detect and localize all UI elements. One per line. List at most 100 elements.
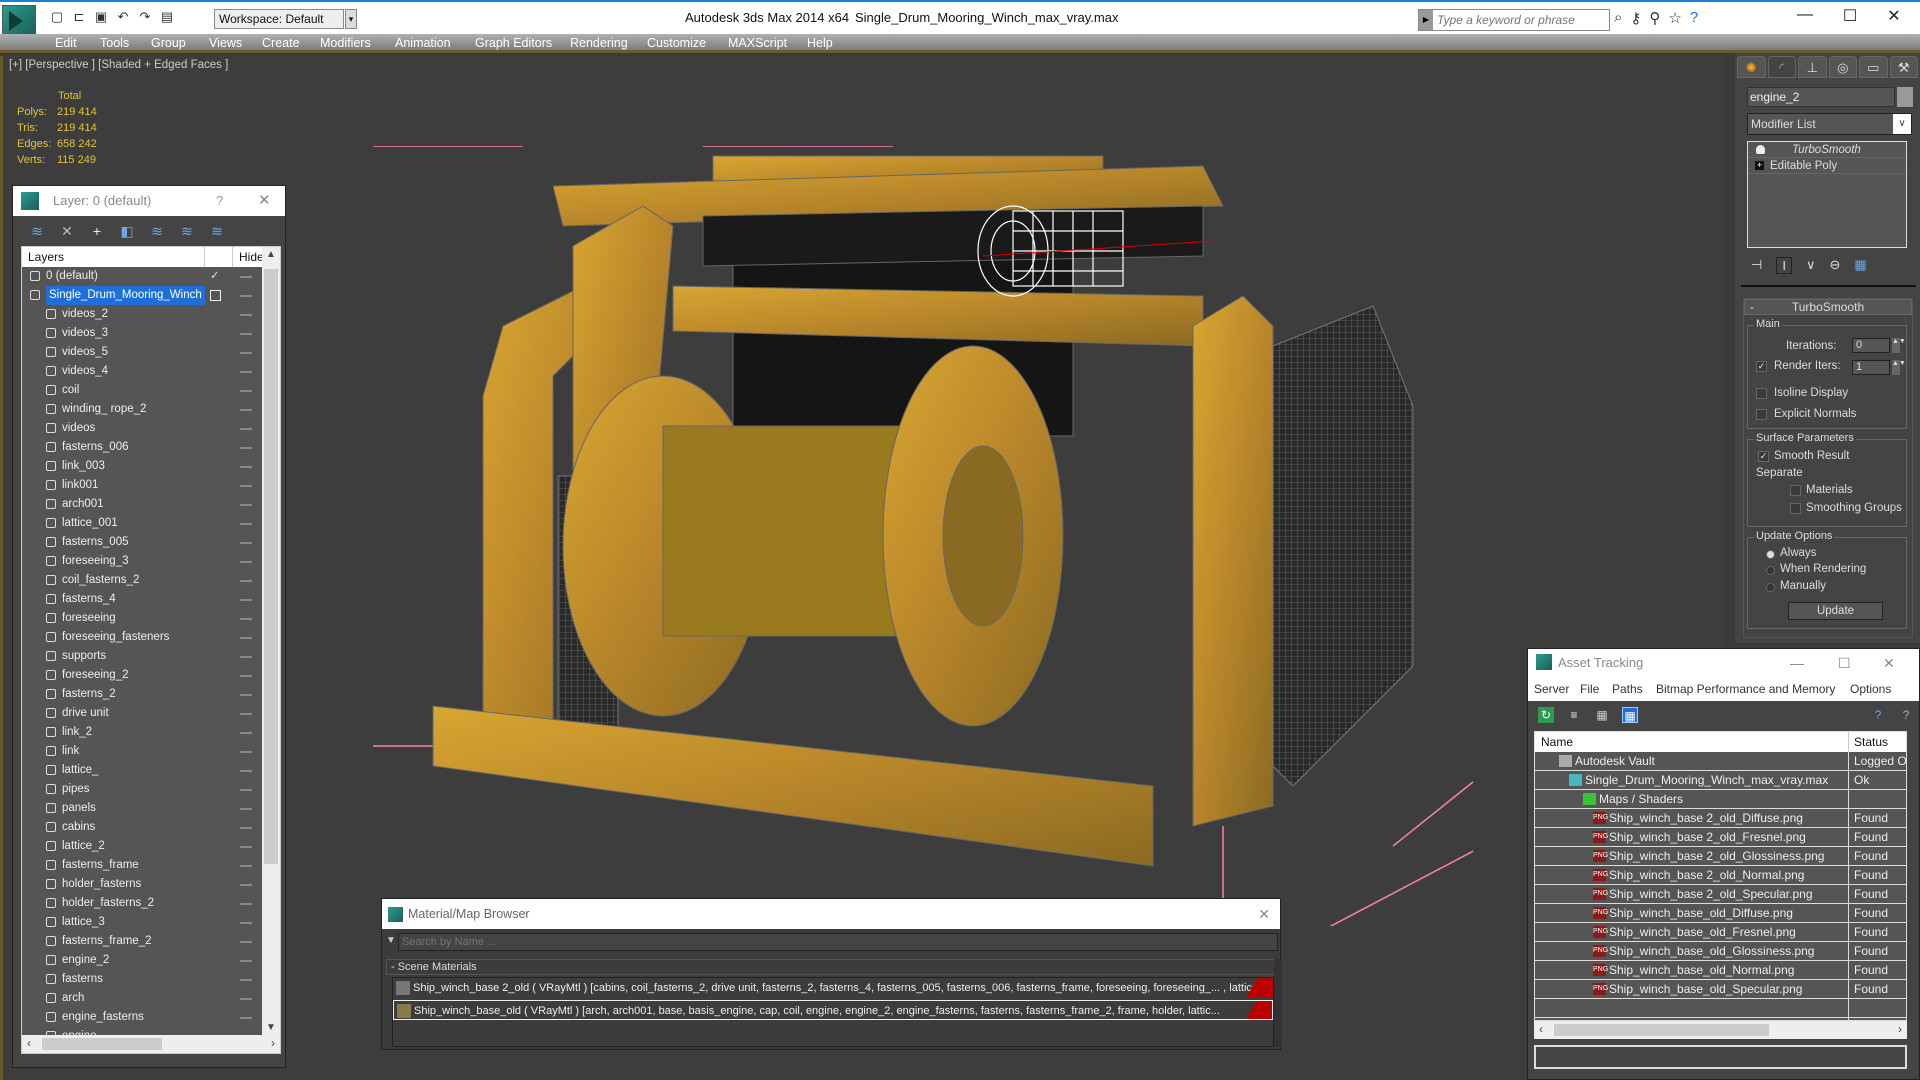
keyword-search-input[interactable] [1434,10,1609,30]
scene-materials-section[interactable]: - Scene Materials [386,959,1276,975]
layer-object-row[interactable]: fasterns_frame_2 [22,932,262,951]
menu-file[interactable]: File [1580,677,1599,701]
hide-toggle[interactable] [240,390,252,392]
hide-toggle[interactable] [240,713,252,715]
table-view-icon[interactable]: ▦ [1622,707,1638,723]
object-color-swatch[interactable] [1897,87,1913,107]
refresh-icon[interactable]: ↻ [1538,707,1554,723]
hide-toggle[interactable] [240,276,252,278]
name-column-header[interactable]: Name [1541,732,1573,752]
layer-object-row[interactable]: videos_3 [22,324,262,343]
layer-object-row[interactable]: videos_5 [22,343,262,362]
remove-modifier-icon[interactable]: ⊖ [1829,257,1840,273]
layer-row-default[interactable]: 0 (default) ✓ [22,267,262,286]
hide-toggle[interactable] [240,675,252,677]
asset-row[interactable]: PNG Ship_winch_base_old_Specular.png Found [1535,980,1906,999]
hide-toggle[interactable] [240,770,252,772]
current-layer-checkbox[interactable] [210,290,221,301]
layer-object-row[interactable]: coil_fasterns_2 [22,571,262,590]
filter-icon[interactable]: ▼ [386,935,396,946]
show-end-result-icon[interactable]: I [1776,256,1792,274]
open-file-icon[interactable]: ⊏ [70,9,88,25]
layer-object-row[interactable]: fasterns_2 [22,685,262,704]
search-expand-icon[interactable]: ▶ [1419,10,1433,30]
layer-object-row[interactable]: panels [22,799,262,818]
iterations-spinner[interactable]: 0 [1852,338,1890,353]
asset-tracking-titlebar[interactable]: Asset Tracking — ☐ ✕ [1528,649,1919,677]
hide-toggle[interactable] [240,846,252,848]
asset-row[interactable]: PNG Ship_winch_base_old_Diffuse.png Found [1535,904,1906,923]
menu-server[interactable]: Server [1534,677,1569,701]
menu-views[interactable]: Views [209,36,242,50]
separate-smoothing-groups-checkbox[interactable] [1790,503,1801,514]
layer-object-row[interactable]: holder_fasterns_2 [22,894,262,913]
viewport-label[interactable]: [+] [Perspective ] [Shaded + Edged Faces… [9,59,228,71]
hide-toggle[interactable] [240,637,252,639]
layer-object-row[interactable]: lattice_001 [22,514,262,533]
vault-help-icon[interactable]: ? [1898,707,1914,723]
hide-toggle[interactable] [240,789,252,791]
menu-modifiers[interactable]: Modifiers [320,36,371,50]
layer-object-row[interactable]: engine [22,1027,262,1035]
layer-object-row[interactable]: engine_fasterns [22,1008,262,1027]
menu-options[interactable]: Options [1850,677,1891,701]
layer-panel-help-button[interactable]: ? [216,186,223,216]
layer-object-row[interactable]: engine_2 [22,951,262,970]
asset-row[interactable]: Autodesk Vault Logged O [1535,752,1906,771]
modifier-list-dropdown[interactable]: Modifier List ∨ [1747,113,1912,135]
separate-materials-checkbox[interactable] [1790,485,1801,496]
close-button[interactable]: ✕ [1883,649,1895,677]
minimize-button[interactable]: — [1785,6,1825,24]
menu-paths[interactable]: Paths [1612,677,1643,701]
object-name-field[interactable]: engine_2 [1747,87,1895,107]
asset-row[interactable]: PNG Ship_winch_base 2_old_Diffuse.png Foun… [1535,809,1906,828]
render-iters-spinner[interactable]: 1 [1852,360,1890,375]
hide-toggle[interactable] [240,998,252,1000]
chevron-down-icon[interactable]: ∨ [1893,114,1911,134]
hide-toggle[interactable] [240,371,252,373]
hide-toggle[interactable] [240,1017,252,1019]
scroll-up-icon[interactable]: ▲ [266,249,276,260]
menu-tools[interactable]: Tools [100,36,129,50]
redo-icon[interactable]: ↷ [136,9,154,25]
create-tab-icon[interactable]: ✺ [1737,56,1766,78]
asset-row[interactable]: PNG Ship_winch_base 2_old_Glossiness.png F… [1535,847,1906,866]
layer-object-row[interactable]: videos_2 [22,305,262,324]
hide-toggle[interactable] [240,922,252,924]
undo-icon[interactable]: ↶ [114,9,132,25]
close-button[interactable]: ✕ [1258,899,1270,929]
binoculars-icon[interactable]: ⌕ [1614,9,1622,27]
maximize-button[interactable]: ☐ [1830,6,1870,26]
layer-object-row[interactable]: fasterns_4 [22,590,262,609]
layer-object-row[interactable]: fasterns_frame [22,856,262,875]
hide-toggle[interactable] [240,485,252,487]
display-tab-icon[interactable]: ▭ [1859,56,1888,78]
asset-path-field[interactable] [1534,1045,1907,1069]
workspace-dropdown[interactable]: Workspace: Default [214,9,344,29]
winch-3d-model[interactable] [373,146,1473,926]
motion-tab-icon[interactable]: ◎ [1828,56,1857,78]
layer-object-row[interactable]: foreseeing_fasteners [22,628,262,647]
layer-object-row[interactable]: foreseeing_2 [22,666,262,685]
hide-toggle[interactable] [240,466,252,468]
menu-maxscript[interactable]: MAXScript [728,36,787,50]
hide-toggle[interactable] [240,542,252,544]
asset-row[interactable]: PNG Ship_winch_base 2_old_Normal.png Found [1535,866,1906,885]
hide-toggle[interactable] [240,295,252,297]
hide-toggle[interactable] [240,960,252,962]
layer-object-row[interactable]: link001 [22,476,262,495]
layer-object-row[interactable]: lattice_3 [22,913,262,932]
select-objects-icon[interactable]: ◧ [118,223,136,240]
menu-customize[interactable]: Customize [647,36,706,50]
new-file-icon[interactable]: ▢ [48,9,66,25]
layers-column-header[interactable]: Layers [28,247,64,267]
layer-object-row[interactable]: drive unit [22,704,262,723]
layer-panel-close-button[interactable]: ✕ [258,186,271,216]
hide-toggle[interactable] [240,808,252,810]
layer-object-row[interactable]: arch [22,989,262,1008]
hide-toggle[interactable] [240,751,252,753]
status-column-header[interactable]: Status [1848,732,1888,752]
update-button[interactable]: Update [1788,602,1883,620]
configure-modifier-sets-icon[interactable]: ▦ [1854,257,1866,273]
turbosmooth-rollout-header[interactable]: - TurboSmooth [1744,299,1912,315]
